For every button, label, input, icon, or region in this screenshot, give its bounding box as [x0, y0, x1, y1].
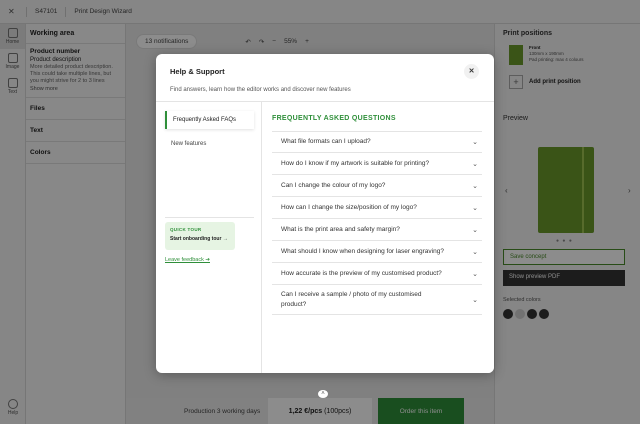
modal-title: Help & Support: [170, 67, 225, 76]
faq-question: Can I receive a sample / photo of my cus…: [281, 290, 422, 308]
chevron-down-icon: ⌄: [472, 139, 478, 146]
chevron-down-icon: ⌄: [472, 160, 478, 168]
chevron-down-icon: ⌄: [472, 226, 478, 234]
faq-question: What is the print area and safety margin…: [281, 225, 400, 233]
start-onboarding-tour-link[interactable]: Start onboarding tour →: [170, 236, 230, 242]
modal-sidebar: Frequently Asked FAQs New features QUICK…: [156, 102, 262, 373]
divider: [165, 217, 254, 218]
tab-new-features[interactable]: New features: [165, 135, 254, 153]
chevron-up-icon[interactable]: ˄: [318, 390, 328, 398]
faq-question: How do I know if my artwork is suitable …: [281, 159, 430, 167]
faq-item[interactable]: How can I change the size/position of my…: [272, 197, 482, 219]
chevron-down-icon: ⌄: [472, 270, 478, 278]
faq-item[interactable]: What is the print area and safety margin…: [272, 219, 482, 241]
modal-subtitle: Find answers, learn how the editor works…: [170, 87, 351, 93]
quick-tour-label: QUICK TOUR: [170, 227, 202, 232]
faq-question: What file formats can I upload?: [281, 138, 371, 145]
tab-faqs[interactable]: Frequently Asked FAQs: [165, 111, 254, 129]
help-support-modal: Help & Support Find answers, learn how t…: [156, 54, 494, 373]
faq-item[interactable]: How accurate is the preview of my custom…: [272, 263, 482, 285]
faq-question: Can I change the colour of my logo?: [281, 181, 386, 189]
chevron-down-icon: ⌄: [472, 248, 478, 256]
faq-panel: FREQUENTLY ASKED QUESTIONS What file for…: [262, 102, 494, 373]
faq-item[interactable]: What file formats can I upload? ⌄: [272, 131, 482, 153]
chevron-down-icon: ⌄: [472, 296, 478, 304]
faq-item[interactable]: Can I change the colour of my logo? ⌄: [272, 175, 482, 197]
faq-question: How accurate is the preview of my custom…: [281, 269, 442, 277]
leave-feedback-link[interactable]: Leave feedback ➔: [165, 257, 210, 263]
faq-item[interactable]: Can I receive a sample / photo of my cus…: [272, 285, 482, 315]
faq-item[interactable]: What should I know when designing for la…: [272, 241, 482, 263]
faq-question: What should I know when designing for la…: [281, 247, 444, 255]
faq-item[interactable]: How do I know if my artwork is suitable …: [272, 153, 482, 175]
close-icon[interactable]: ✕: [464, 64, 479, 79]
chevron-down-icon: ⌄: [472, 182, 478, 190]
quick-tour-card[interactable]: QUICK TOUR Start onboarding tour →: [165, 222, 235, 250]
modal-header: Help & Support Find answers, learn how t…: [156, 54, 494, 102]
faq-heading: FREQUENTLY ASKED QUESTIONS: [272, 115, 396, 122]
faq-question: How can I change the size/position of my…: [281, 203, 417, 211]
chevron-down-icon: ⌄: [472, 204, 478, 212]
